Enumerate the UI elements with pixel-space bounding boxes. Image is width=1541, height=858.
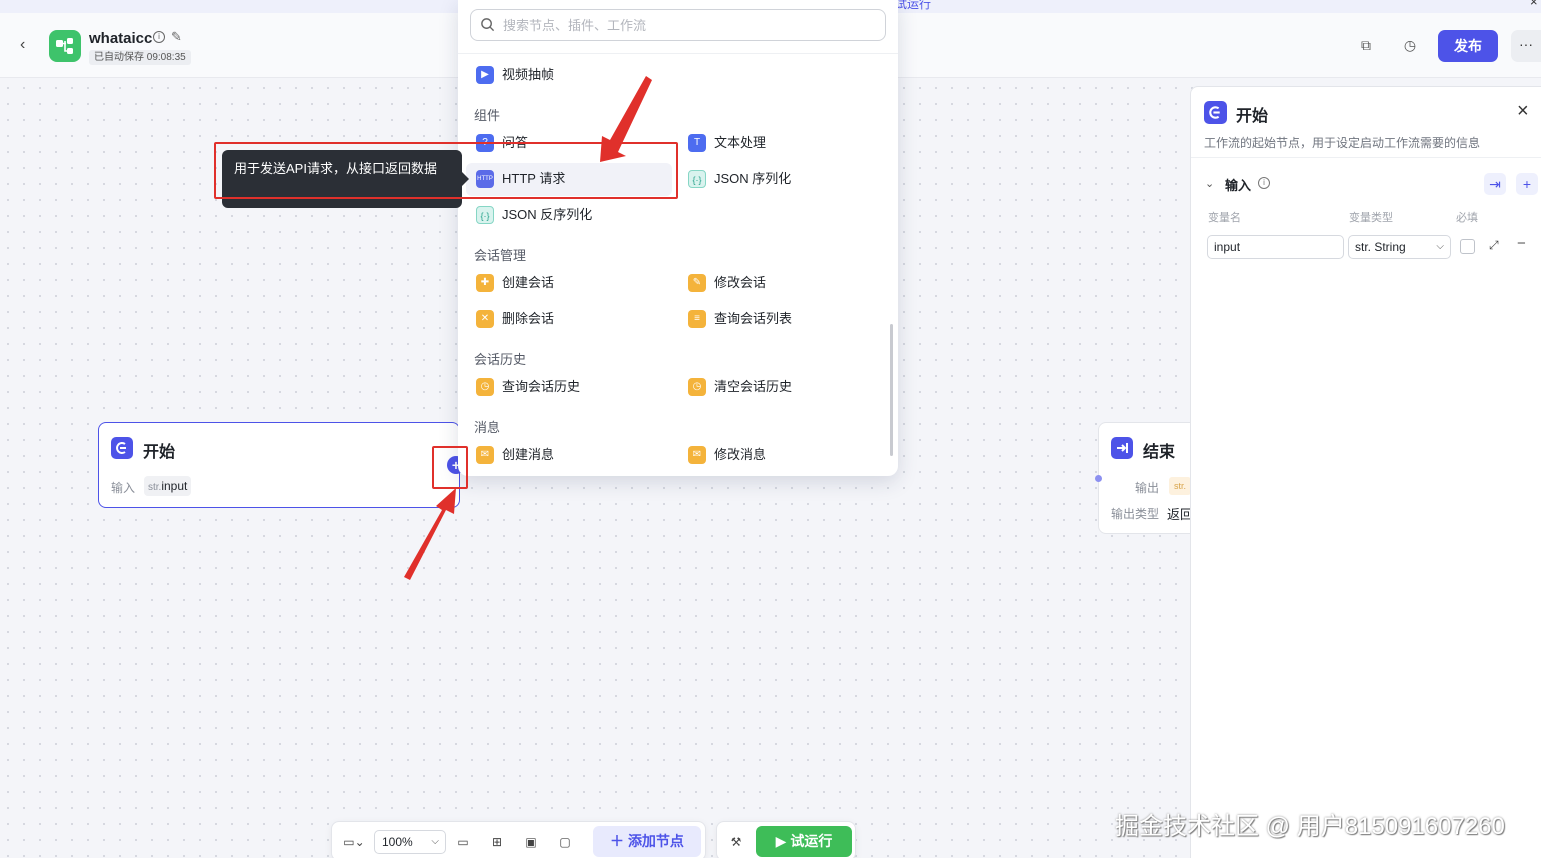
add-node-label: 添加节点	[627, 833, 684, 849]
annotation-arrow-bottom	[404, 488, 456, 580]
zoom-value: 100%	[382, 835, 413, 849]
layout-icon[interactable]: ⊞	[489, 834, 505, 850]
minimap-icon[interactable]: ▭⌄	[340, 834, 368, 850]
canvas-toolbar: ▭⌄ 100% ⌵ ▭ ⊞ ▣ ▢ ＋ 添加节点	[331, 821, 706, 858]
chevron-down-icon: ⌵	[431, 836, 439, 847]
test-run-button[interactable]: ▶ 试运行	[756, 826, 852, 857]
screen-icon[interactable]: ▢	[557, 834, 573, 850]
comment-icon[interactable]: ▭	[455, 834, 471, 850]
run-label: 试运行	[790, 833, 833, 849]
zoom-select[interactable]: 100% ⌵	[374, 830, 446, 854]
image-icon[interactable]: ▣	[523, 834, 539, 850]
watermark: 掘金技术社区 @ 用户815091607260	[1115, 813, 1505, 840]
wrench-icon[interactable]: ⚒	[728, 834, 744, 850]
run-toolbar: ⚒ ▶ 试运行	[716, 821, 856, 858]
annotation-arrow-top	[600, 76, 652, 162]
add-node-button[interactable]: ＋ 添加节点	[593, 826, 701, 857]
annotation-arrows	[404, 76, 652, 580]
